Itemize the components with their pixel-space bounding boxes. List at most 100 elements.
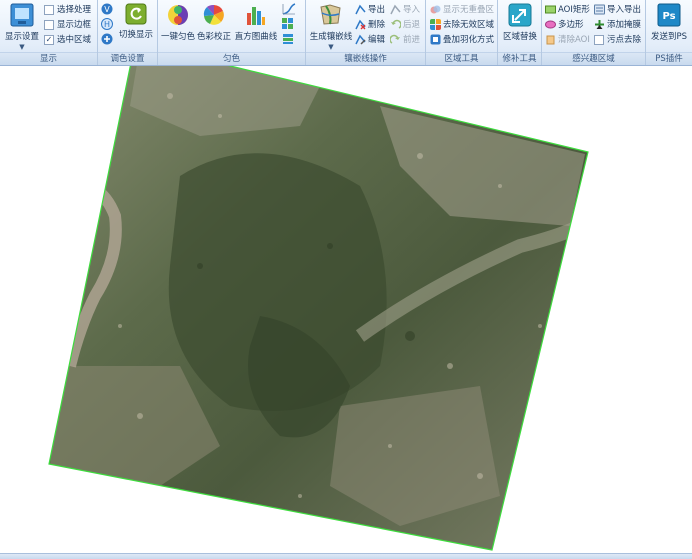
add-mask-label: 添加掩膜 [607,20,642,30]
histogram-icon [247,7,265,25]
group-dodging: 一键匀色 色彩校正 直方图曲线 匀色 [158,0,306,65]
undo-icon [391,19,401,29]
add-mask-icon [595,20,604,29]
plus-circle-icon [101,33,113,45]
group-caption-aoi: 感兴趣区域 [542,52,645,65]
generate-seamline-label: 生成镶嵌线 [309,32,353,42]
curve-tool-button[interactable] [282,3,296,18]
satellite-image-view[interactable] [0,42,692,553]
edit-seamline-button[interactable]: 编辑 [355,33,385,47]
option-label: 选择处理 [57,5,92,15]
send-to-ps-label: 发送到PS [650,32,688,42]
delete-seamline-button[interactable]: 删除 [355,18,385,32]
import-export-label: 导入导出 [607,5,642,15]
import-line-icon [390,4,401,15]
region-replace-button[interactable]: 区域替换 [500,3,540,42]
ribbon-toolbar: 显示设置 ▼ 选择处理 显示边框 ✓ 选中区域 显示 V H 切换显示 调色设置… [0,0,692,66]
import-label: 导入 [403,5,421,15]
checkbox-selected-region[interactable]: ✓ [44,34,54,45]
spot-removal-checkbox[interactable] [594,34,604,45]
add-mask-button[interactable]: 添加掩膜 [594,18,641,32]
remove-invalid-region-label: 去除无效区域 [443,20,495,30]
toggle-display-button[interactable]: 切换显示 [116,3,156,40]
seamline-icon [320,4,341,25]
option-show-border[interactable]: 显示边框 [44,18,91,32]
chevron-down-icon[interactable]: ▼ [328,43,333,51]
polygon-button[interactable]: 多边形 [545,18,584,32]
checkbox-show-border[interactable] [44,19,54,30]
redo-button[interactable]: 前进 [390,33,420,47]
group-ps-plugin: Ps 发送到PS PS插件 [646,0,692,65]
export-seamline-button[interactable]: 导出 [355,3,385,17]
v-circle-icon: V [101,3,113,15]
spot-removal-button[interactable]: 污点去除 [594,33,641,47]
channel-icon [283,34,293,44]
photoshop-icon: Ps [657,3,681,27]
histogram-curve-button[interactable]: 直方图曲线 [234,3,278,42]
image-canvas[interactable] [0,42,692,553]
import-export-button[interactable]: 导入导出 [594,3,641,17]
checkbox-select-process[interactable] [44,4,54,15]
polygon-label: 多边形 [558,20,584,30]
group-display: 显示设置 ▼ 选择处理 显示边框 ✓ 选中区域 显示 [0,0,98,65]
option-select-process[interactable]: 选择处理 [44,3,91,17]
clear-aoi-button[interactable]: 清除AOI [545,33,590,47]
group-repair-tools: 区域替换 修补工具 [498,0,542,65]
polygon-icon [545,20,556,29]
svg-text:Ps: Ps [662,11,675,22]
group-caption-dodging: 匀色 [158,52,305,65]
group-region-tools: 显示无重叠区 去除无效区域 叠加羽化方式 区域工具 [426,0,498,65]
refresh-icon [125,3,147,25]
display-settings-button[interactable]: 显示设置 ▼ [2,3,42,52]
overlay-feather-label: 叠加羽化方式 [443,35,495,45]
option-selected-region[interactable]: ✓ 选中区域 [44,33,91,47]
undo-button[interactable]: 后退 [390,18,420,32]
delete-line-icon [355,19,366,30]
v-mode-button[interactable]: V [101,3,113,18]
region-replace-icon [508,3,532,27]
group-caption-region-tools: 区域工具 [426,52,497,65]
chevron-down-icon[interactable]: ▼ [19,43,24,51]
option-label: 显示边框 [57,20,92,30]
generate-seamline-button[interactable]: 生成镶嵌线 ▼ [308,3,354,52]
export-label: 导出 [368,5,386,15]
grid-tool-button[interactable] [282,18,294,33]
svg-text:H: H [104,20,110,29]
channel-tool-button[interactable] [282,33,294,48]
one-click-dodge-label: 一键匀色 [160,32,195,42]
remove-region-icon [430,19,441,30]
display-settings-label: 显示设置 [4,32,39,42]
group-caption-ps-plugin: PS插件 [646,52,692,65]
remove-invalid-region-button[interactable]: 去除无效区域 [430,18,494,32]
aoi-rectangle-button[interactable]: AOI矩形 [545,3,590,17]
group-caption-display: 显示 [0,52,97,65]
edit-label: 编辑 [368,35,386,45]
h-mode-button[interactable]: H [101,18,113,33]
group-aoi: AOI矩形 多边形 清除AOI 导入导出 添加掩膜 污点去除 感兴趣区域 [542,0,646,65]
import-seamline-button[interactable]: 导入 [390,3,420,17]
group-caption-repair-tools: 修补工具 [498,52,541,65]
send-to-ps-button[interactable]: Ps 发送到PS [648,3,690,42]
aoi-rectangle-label: AOI矩形 [558,5,590,15]
add-mode-button[interactable] [101,33,113,48]
option-label: 选中区域 [57,35,92,45]
histogram-curve-label: 直方图曲线 [234,32,278,42]
svg-text:V: V [104,5,110,14]
undo-label: 后退 [403,20,421,30]
color-wheel-icon [203,4,224,25]
group-color-settings: V H 切换显示 调色设置 [98,0,158,65]
grid-icon [282,18,293,29]
export-line-icon [355,4,366,15]
region-replace-label: 区域替换 [502,32,537,42]
curve-icon [282,3,296,15]
overlay-feather-button[interactable]: 叠加羽化方式 [430,33,494,47]
color-correction-button[interactable]: 色彩校正 [196,3,232,42]
overlap-icon [430,5,441,14]
feather-icon [430,34,441,45]
one-click-dodge-button[interactable]: 一键匀色 [160,3,196,42]
satellite-image [49,43,588,550]
show-no-overlap-button[interactable]: 显示无重叠区 [430,3,494,17]
show-no-overlap-label: 显示无重叠区 [443,5,495,15]
color-balance-icon [168,5,188,25]
display-settings-icon [10,3,34,27]
